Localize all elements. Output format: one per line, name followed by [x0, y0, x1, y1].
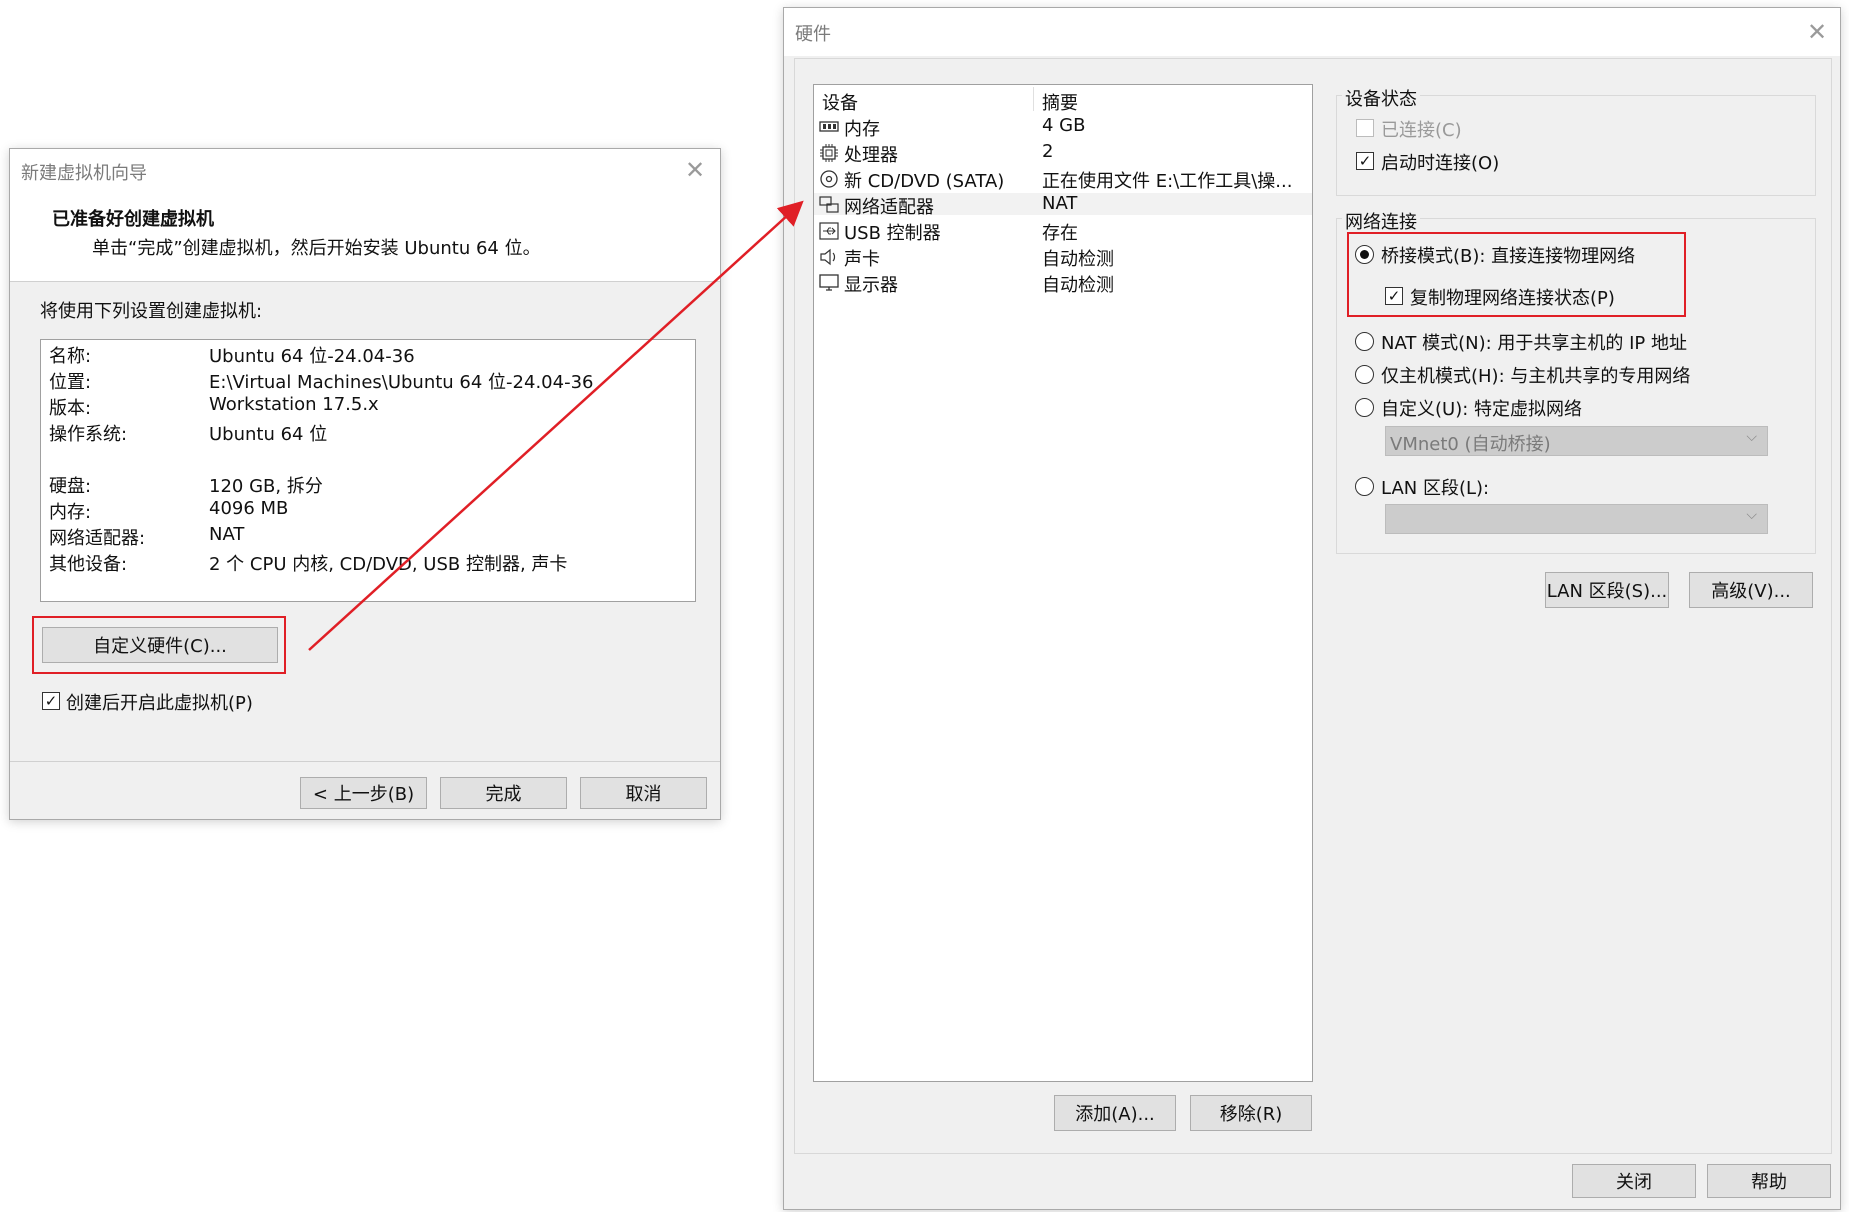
- hardware-dialog: 硬件 ✕ 设备 摘要 内存 4 GB 处理器 2 新 CD/DVD (SATA)…: [783, 7, 1841, 1210]
- setting-value-memory: 4096 MB: [209, 498, 289, 519]
- lan-segment-label: LAN 区段(L):: [1381, 478, 1490, 499]
- device-status-title: 设备状态: [1342, 85, 1420, 111]
- remove-device-button[interactable]: 移除(R): [1190, 1095, 1312, 1131]
- hostonly-radio[interactable]: [1355, 365, 1374, 384]
- setting-value-version: Workstation 17.5.x: [209, 394, 379, 415]
- setting-label-memory: 内存:: [49, 502, 92, 523]
- device-summary: 正在使用文件 E:\工作工具\操...: [1042, 171, 1293, 192]
- connect-at-poweron-label: 启动时连接(O): [1381, 153, 1500, 174]
- setting-value-location: E:\Virtual Machines\Ubuntu 64 位-24.04-36: [209, 372, 594, 393]
- close-button[interactable]: 关闭: [1572, 1164, 1696, 1198]
- custom-label: 自定义(U): 特定虚拟网络: [1381, 399, 1583, 420]
- chevron-down-icon: ⌵: [1746, 429, 1757, 445]
- setting-label-network: 网络适配器:: [49, 528, 146, 549]
- wizard-subheading: 单击“完成”创建虚拟机，然后开始安装 Ubuntu 64 位。: [92, 238, 541, 259]
- vmnet-select-value: VMnet0 (自动桥接): [1390, 434, 1551, 455]
- connected-checkbox[interactable]: [1356, 119, 1374, 137]
- device-row-network-adapter[interactable]: 网络适配器 NAT: [814, 193, 1312, 218]
- settings-summary-box: 名称: Ubuntu 64 位-24.04-36 位置: E:\Virtual …: [40, 339, 696, 602]
- device-row-sound[interactable]: 声卡 自动检测: [814, 245, 1312, 270]
- setting-label-other: 其他设备:: [49, 554, 128, 575]
- setting-label-version: 版本:: [49, 398, 92, 419]
- setting-value-disk: 120 GB, 拆分: [209, 476, 323, 497]
- chevron-down-icon: ⌵: [1746, 507, 1757, 523]
- device-summary: 自动检测: [1042, 275, 1114, 296]
- setting-label-name: 名称:: [49, 346, 92, 367]
- wizard-header: 新建虚拟机向导 ✕ 已准备好创建虚拟机 单击“完成”创建虚拟机，然后开始安装 U…: [10, 149, 720, 282]
- device-name: USB 控制器: [844, 223, 941, 244]
- lan-segment-radio[interactable]: [1355, 477, 1374, 496]
- settings-intro: 将使用下列设置创建虚拟机:: [40, 301, 263, 322]
- help-button[interactable]: 帮助: [1707, 1164, 1831, 1198]
- highlight-customize-hardware: [32, 616, 286, 674]
- setting-label-os: 操作系统:: [49, 424, 128, 445]
- new-vm-wizard-dialog: 新建虚拟机向导 ✕ 已准备好创建虚拟机 单击“完成”创建虚拟机，然后开始安装 U…: [9, 148, 721, 820]
- column-summary: 摘要: [1042, 93, 1078, 114]
- finish-button[interactable]: 完成: [440, 777, 567, 809]
- poweron-checkbox[interactable]: ✓: [42, 692, 60, 710]
- cd-icon: [820, 170, 838, 188]
- column-device: 设备: [822, 93, 858, 114]
- device-summary: 4 GB: [1042, 115, 1086, 136]
- wizard-heading: 已准备好创建虚拟机: [52, 209, 214, 230]
- setting-value-network: NAT: [209, 524, 245, 545]
- cpu-icon: [820, 144, 838, 162]
- device-name: 显示器: [844, 275, 898, 296]
- lan-segments-button[interactable]: LAN 区段(S)...: [1545, 572, 1669, 608]
- device-summary: 自动检测: [1042, 249, 1114, 270]
- device-name: 声卡: [844, 249, 880, 270]
- back-button[interactable]: < 上一步(B): [300, 777, 427, 809]
- hostonly-label: 仅主机模式(H): 与主机共享的专用网络: [1381, 366, 1691, 387]
- advanced-button[interactable]: 高级(V)...: [1689, 572, 1813, 608]
- connect-at-poweron-checkbox[interactable]: ✓: [1356, 152, 1374, 170]
- device-name: 处理器: [844, 145, 898, 166]
- speaker-icon: [820, 248, 836, 266]
- device-row-cd-dvd[interactable]: 新 CD/DVD (SATA) 正在使用文件 E:\工作工具\操...: [814, 167, 1312, 192]
- setting-value-os: Ubuntu 64 位: [209, 424, 328, 445]
- lan-segment-select[interactable]: ⌵: [1385, 504, 1768, 534]
- column-separator: [1033, 87, 1034, 111]
- custom-radio[interactable]: [1355, 398, 1374, 417]
- device-list[interactable]: 设备 摘要 内存 4 GB 处理器 2 新 CD/DVD (SATA) 正在使用…: [813, 84, 1313, 1082]
- nat-label: NAT 模式(N): 用于共享主机的 IP 地址: [1381, 333, 1687, 354]
- wizard-close-icon[interactable]: ✕: [685, 158, 705, 182]
- highlight-bridged-mode: [1347, 232, 1686, 317]
- device-summary: 2: [1042, 141, 1054, 162]
- device-summary: 存在: [1042, 223, 1078, 244]
- usb-icon: [819, 222, 839, 240]
- wizard-title: 新建虚拟机向导: [21, 163, 147, 184]
- device-summary: NAT: [1042, 193, 1078, 214]
- memory-icon: [819, 121, 839, 132]
- device-row-usb[interactable]: USB 控制器 存在: [814, 219, 1312, 244]
- device-name: 新 CD/DVD (SATA): [844, 171, 1005, 192]
- hardware-close-icon[interactable]: ✕: [1807, 20, 1827, 44]
- wizard-footer-divider: [10, 761, 720, 762]
- vmnet-select[interactable]: VMnet0 (自动桥接) ⌵: [1385, 426, 1768, 456]
- device-name: 网络适配器: [844, 197, 934, 218]
- network-icon: [819, 196, 839, 213]
- hardware-title: 硬件: [795, 24, 831, 45]
- connected-label: 已连接(C): [1381, 120, 1462, 141]
- device-row-display[interactable]: 显示器 自动检测: [814, 271, 1312, 296]
- network-connection-title: 网络连接: [1342, 208, 1420, 234]
- device-row-cpu[interactable]: 处理器 2: [814, 141, 1312, 166]
- monitor-icon: [819, 274, 839, 291]
- setting-value-other: 2 个 CPU 内核, CD/DVD, USB 控制器, 声卡: [209, 554, 568, 575]
- setting-label-location: 位置:: [49, 372, 92, 393]
- hardware-titlebar: 硬件 ✕: [784, 8, 1840, 56]
- device-name: 内存: [844, 119, 880, 140]
- setting-label-disk: 硬盘:: [49, 476, 92, 497]
- setting-value-name: Ubuntu 64 位-24.04-36: [209, 346, 415, 367]
- nat-radio[interactable]: [1355, 332, 1374, 351]
- cancel-button[interactable]: 取消: [580, 777, 707, 809]
- poweron-checkbox-label: 创建后开启此虚拟机(P): [66, 693, 253, 714]
- add-device-button[interactable]: 添加(A)...: [1054, 1095, 1176, 1131]
- device-row-memory[interactable]: 内存 4 GB: [814, 115, 1312, 140]
